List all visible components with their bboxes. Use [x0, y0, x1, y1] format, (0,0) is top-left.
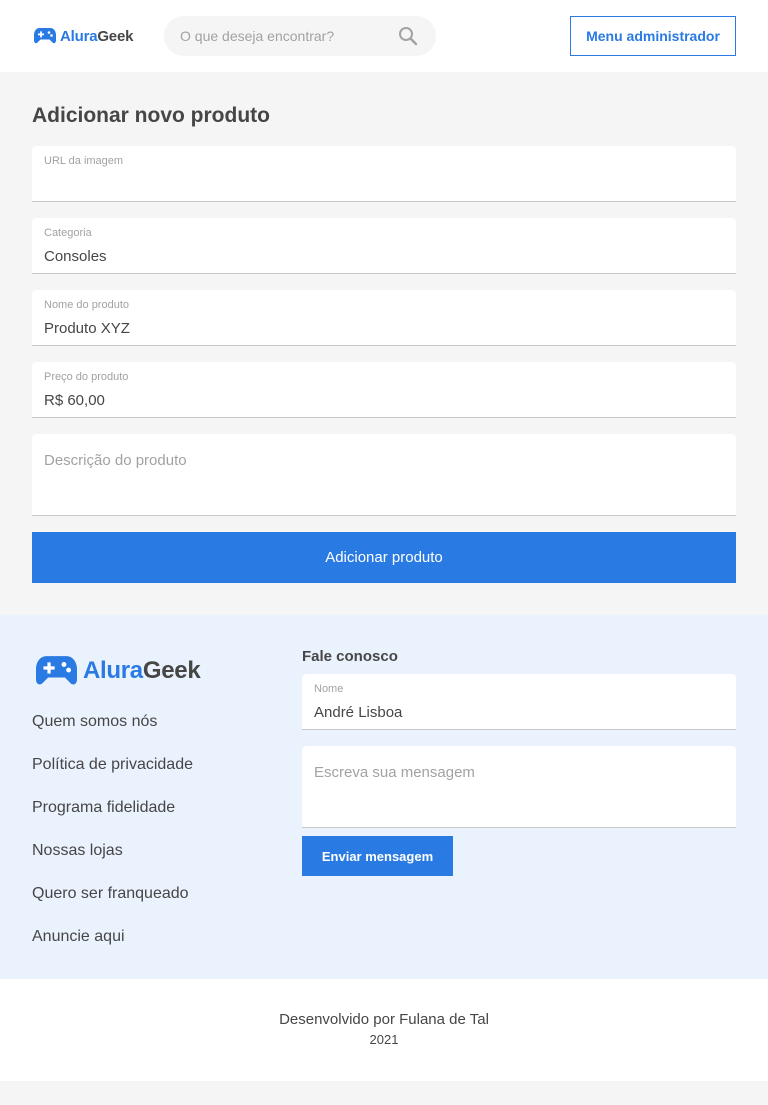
footer-link-advertise[interactable]: Anuncie aqui — [32, 928, 193, 971]
contact-name-value: André Lisboa — [314, 704, 403, 721]
search-bar — [164, 16, 436, 56]
logo-geek: Geek — [97, 27, 134, 45]
footer-link-stores[interactable]: Nossas lojas — [32, 842, 193, 885]
product-price-field[interactable]: Preço do produto R$ 60,00 — [32, 362, 736, 418]
category-value: Consoles — [44, 248, 107, 265]
contact-message-placeholder: Escreva sua mensagem — [314, 764, 475, 781]
contact-name-label: Nome — [314, 683, 344, 695]
admin-menu-button[interactable]: Menu administrador — [570, 16, 736, 56]
page-title: Adicionar novo produto — [32, 104, 270, 127]
footer: AluraGeek Quem somos nós Política de pri… — [0, 615, 768, 979]
logo[interactable]: AluraGeek — [34, 26, 133, 46]
gamepad-icon — [36, 656, 77, 685]
send-message-button[interactable]: Enviar mensagem — [302, 836, 453, 876]
footer-link-loyalty[interactable]: Programa fidelidade — [32, 799, 193, 842]
footer-link-privacy[interactable]: Política de privacidade — [32, 756, 193, 799]
add-product-button[interactable]: Adicionar produto — [32, 532, 736, 583]
contact-title: Fale conosco — [302, 648, 398, 665]
footer-logo-text: AluraGeek — [83, 657, 201, 685]
product-name-field[interactable]: Nome do produto Produto XYZ — [32, 290, 736, 346]
footer-links: Quem somos nós Política de privacidade P… — [32, 713, 193, 971]
credit-year: 2021 — [369, 1032, 399, 1047]
gamepad-icon — [34, 28, 56, 44]
product-price-label: Preço do produto — [44, 371, 129, 383]
footer-logo-geek: Geek — [142, 657, 201, 684]
category-field[interactable]: Categoria Consoles — [32, 218, 736, 274]
product-price-value: R$ 60,00 — [44, 392, 105, 409]
category-label: Categoria — [44, 227, 92, 239]
logo-text: AluraGeek — [60, 28, 133, 45]
footer-logo-alura: Alura — [83, 657, 143, 684]
contact-message-field[interactable]: Escreva sua mensagem — [302, 746, 736, 828]
developer-credit: Desenvolvido por Fulana de Tal — [279, 1011, 489, 1028]
header: AluraGeek Menu administrador — [0, 0, 768, 72]
contact-name-field[interactable]: Nome André Lisboa — [302, 674, 736, 730]
credits: Desenvolvido por Fulana de Tal 2021 — [0, 979, 768, 1081]
product-name-value: Produto XYZ — [44, 320, 130, 337]
footer-link-about[interactable]: Quem somos nós — [32, 713, 193, 756]
product-description-field[interactable]: Descrição do produto — [32, 434, 736, 516]
image-url-field[interactable]: URL da imagem — [32, 146, 736, 202]
search-icon[interactable] — [398, 26, 418, 46]
logo-alura: Alura — [60, 27, 98, 45]
search-input[interactable] — [180, 26, 380, 46]
product-description-placeholder: Descrição do produto — [44, 452, 187, 469]
product-name-label: Nome do produto — [44, 299, 129, 311]
footer-logo[interactable]: AluraGeek — [36, 656, 201, 686]
image-url-label: URL da imagem — [44, 155, 124, 167]
footer-link-franchise[interactable]: Quero ser franqueado — [32, 885, 193, 928]
